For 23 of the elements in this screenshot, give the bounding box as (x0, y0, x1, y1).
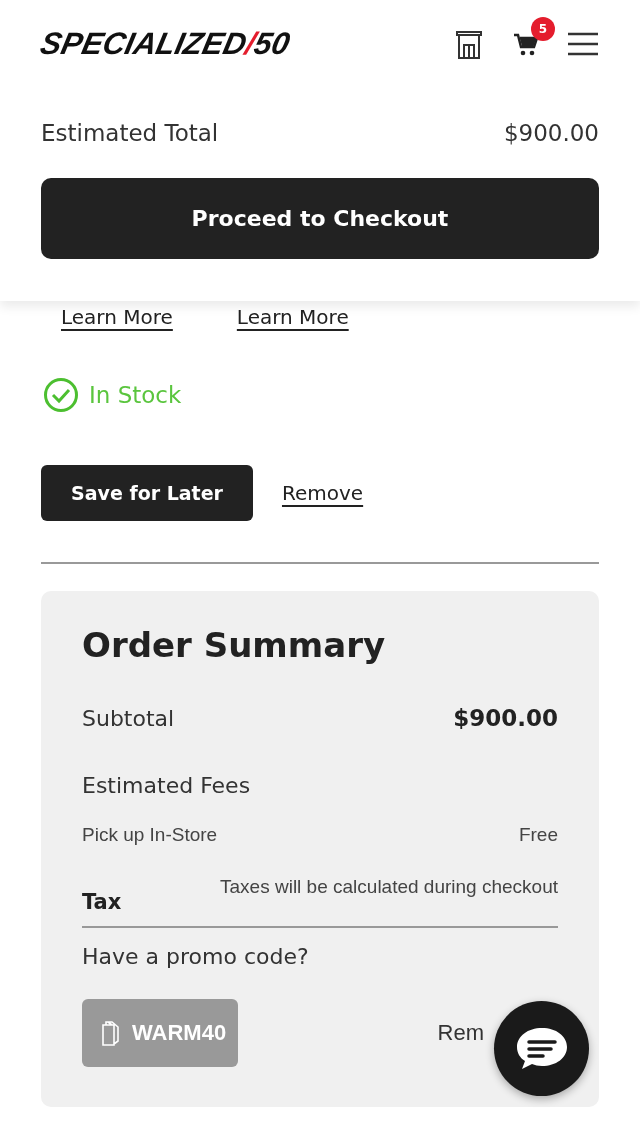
cart-icon[interactable] (513, 31, 539, 57)
remove-link[interactable]: Remove (281, 481, 364, 505)
learn-more-link[interactable]: Learn More (61, 305, 173, 329)
order-summary-title: Order Summary (82, 625, 387, 665)
save-for-later-button[interactable]: Save for Later (41, 465, 253, 521)
fee-value: Free (518, 824, 558, 846)
learn-more-link[interactable]: Learn More (236, 305, 349, 329)
cart-count-badge: 5 (531, 17, 555, 41)
checkout-button[interactable]: Proceed to Checkout (41, 178, 599, 259)
stock-status: In Stock (89, 382, 182, 408)
promo-code: WARM40 (132, 1020, 227, 1046)
promo-remove-link[interactable]: Rem (437, 1020, 484, 1046)
estimated-total-value: $900.00 (503, 120, 599, 146)
store-icon[interactable] (453, 28, 485, 60)
promo-prompt: Have a promo code? (82, 944, 310, 969)
fee-label: Pick up In-Store (82, 824, 218, 846)
estimated-total-label: Estimated Total (41, 120, 219, 146)
subtotal-label: Subtotal (82, 705, 175, 731)
estimated-fees-title: Estimated Fees (82, 773, 252, 798)
tax-note: Taxes will be calculated during checkout (220, 876, 558, 898)
subtotal-value: $900.00 (453, 705, 558, 731)
menu-icon[interactable] (567, 31, 599, 57)
tax-label: Tax (82, 890, 122, 914)
